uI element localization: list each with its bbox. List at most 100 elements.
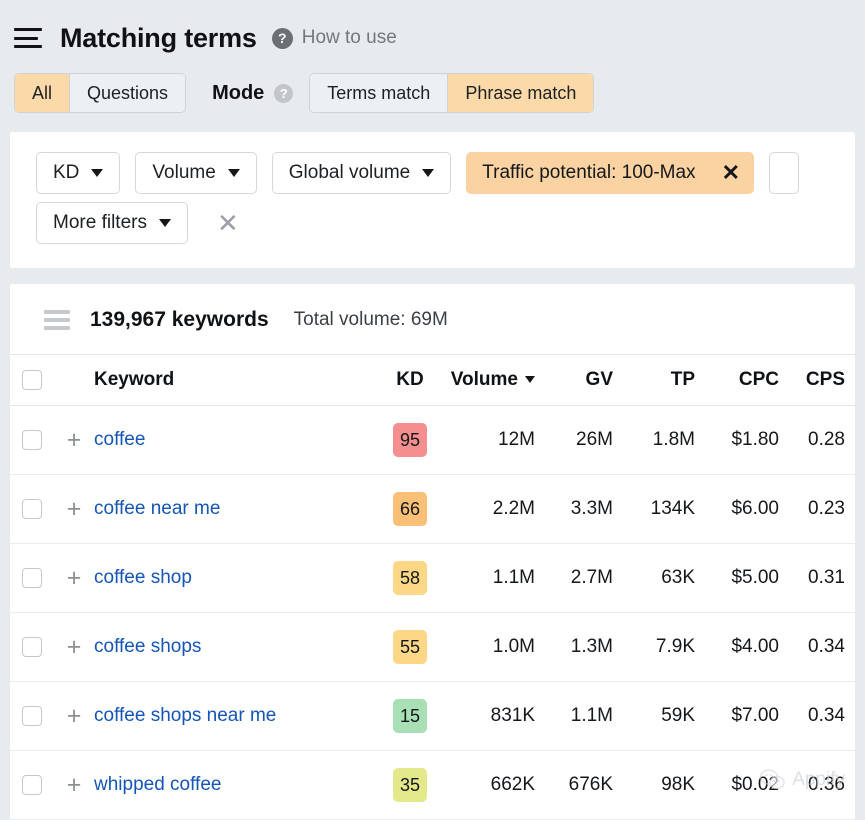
total-volume: Total volume: 69M [293, 309, 448, 330]
filter-kd-button[interactable]: KD [36, 152, 121, 194]
row-checkbox[interactable] [22, 567, 42, 588]
row-keyword-cell: whipped coffee [94, 750, 379, 820]
column-header-tp[interactable]: TP [619, 354, 701, 406]
scope-option-questions[interactable]: Questions [70, 74, 186, 112]
plus-icon[interactable]: + [67, 427, 82, 452]
keyword-link[interactable]: coffee near me [94, 498, 220, 519]
row-cps-cell: 0.36 [785, 750, 855, 820]
kd-badge: 15 [393, 699, 427, 733]
plus-icon[interactable]: + [67, 634, 82, 659]
row-checkbox[interactable] [22, 498, 42, 519]
row-select-cell [10, 543, 54, 613]
table-row[interactable]: + coffee shop 58 1.1M 2.7M 63K $5.00 0.31 [10, 543, 855, 613]
toggle-row: All Questions Mode ? Terms match Phrase … [0, 62, 865, 124]
table-row[interactable]: + coffee shops near me 15 831K 1.1M 59K $7.00 0… [10, 681, 855, 751]
row-gv-cell: 26M [541, 405, 619, 475]
row-select-cell [10, 681, 54, 751]
plus-icon[interactable]: + [67, 772, 82, 797]
question-mark-icon[interactable]: ? [271, 27, 293, 49]
column-header-volume[interactable]: Volume [441, 354, 541, 406]
plus-icon[interactable]: + [67, 565, 82, 590]
results-panel: 139,967 keywords Total volume: 69M Keywo… [10, 284, 855, 820]
row-checkbox[interactable] [22, 705, 42, 726]
row-cpc-cell: $1.80 [701, 405, 785, 475]
column-header-keyword[interactable]: Keyword [94, 354, 379, 406]
keyword-link[interactable]: coffee [94, 429, 145, 450]
row-keyword-cell: coffee [94, 405, 379, 475]
row-tp-cell: 98K [619, 750, 701, 820]
filter-overflow-button[interactable] [769, 152, 799, 194]
row-select-cell [10, 612, 54, 682]
column-header-kd[interactable]: KD [379, 354, 441, 406]
filter-traffic-potential-chip[interactable]: Traffic potential: 100-Max ✕ [466, 152, 754, 194]
table-row[interactable]: + coffee 95 12M 26M 1.8M $1.80 0.28 [10, 405, 855, 475]
row-expand-cell: + [54, 405, 94, 475]
plus-icon[interactable]: + [67, 496, 82, 521]
table-header-row: Keyword KD Volume GV TP CPC CPS [10, 354, 855, 406]
more-filters-label: More filters [53, 212, 147, 233]
scope-option-all[interactable]: All [15, 74, 71, 112]
mode-option-terms-match[interactable]: Terms match [310, 74, 449, 112]
mode-segmented-control: Terms match Phrase match [309, 73, 595, 113]
row-volume-cell: 1.0M [441, 612, 541, 682]
row-volume-cell: 831K [441, 681, 541, 751]
mode-label: Mode [212, 81, 265, 104]
row-keyword-cell: coffee shop [94, 543, 379, 613]
how-to-use-link[interactable]: How to use [302, 27, 397, 49]
filter-volume-button[interactable]: Volume [135, 152, 257, 194]
row-cps-cell: 0.28 [785, 405, 855, 475]
row-cpc-cell: $4.00 [701, 612, 785, 682]
row-kd-cell: 95 [379, 405, 441, 475]
row-gv-cell: 3.3M [541, 474, 619, 544]
page-header: Matching terms ? How to use [0, 0, 865, 62]
keyword-link[interactable]: coffee shops near me [94, 705, 276, 726]
row-cpc-cell: $5.00 [701, 543, 785, 613]
column-header-gv[interactable]: GV [541, 354, 619, 406]
column-header-cpc[interactable]: CPC [701, 354, 785, 406]
row-expand-cell: + [54, 474, 94, 544]
mode-option-phrase-match[interactable]: Phrase match [448, 74, 594, 112]
keyword-link[interactable]: coffee shops [94, 636, 201, 657]
keyword-link[interactable]: whipped coffee [94, 774, 221, 795]
row-checkbox[interactable] [22, 774, 42, 795]
more-filters-button[interactable]: More filters [36, 202, 188, 244]
filter-row-secondary: More filters ✕ [10, 198, 855, 248]
row-volume-cell: 2.2M [441, 474, 541, 544]
keyword-link[interactable]: coffee shop [94, 567, 192, 588]
row-tp-cell: 1.8M [619, 405, 701, 475]
filter-traffic-potential-label: Traffic potential: 100-Max [482, 162, 696, 183]
row-expand-cell: + [54, 750, 94, 820]
filters-panel: KD Volume Global volume Traffic potentia… [10, 132, 855, 268]
filter-global-volume-button[interactable]: Global volume [271, 152, 452, 194]
filter-global-volume-label: Global volume [288, 162, 411, 183]
list-icon[interactable] [44, 310, 70, 330]
clear-filters-icon[interactable]: ✕ [217, 210, 239, 236]
row-tp-cell: 134K [619, 474, 701, 544]
table-row[interactable]: + coffee shops 55 1.0M 1.3M 7.9K $4.00 0.34 [10, 612, 855, 682]
kd-badge: 55 [393, 630, 427, 664]
scope-segmented-control: All Questions [14, 73, 187, 113]
row-kd-cell: 58 [379, 543, 441, 613]
row-checkbox[interactable] [22, 429, 42, 450]
kd-badge: 58 [393, 561, 427, 595]
expand-header [54, 354, 94, 406]
row-kd-cell: 15 [379, 681, 441, 751]
mode-question-mark-icon[interactable]: ? [274, 83, 294, 103]
select-all-checkbox[interactable] [22, 369, 42, 390]
row-cpc-cell: $7.00 [701, 681, 785, 751]
close-icon[interactable]: ✕ [712, 152, 754, 194]
row-keyword-cell: coffee shops [94, 612, 379, 682]
hamburger-icon[interactable] [14, 26, 44, 50]
column-header-volume-label: Volume [450, 369, 518, 390]
column-header-cps[interactable]: CPS [785, 354, 855, 406]
kd-badge: 66 [393, 492, 427, 526]
row-tp-cell: 7.9K [619, 612, 701, 682]
plus-icon[interactable]: + [67, 703, 82, 728]
row-cps-cell: 0.34 [785, 681, 855, 751]
row-cps-cell: 0.31 [785, 543, 855, 613]
table-row[interactable]: + coffee near me 66 2.2M 3.3M 134K $6.00 0.23 [10, 474, 855, 544]
table-row[interactable]: + whipped coffee 35 662K 676K 98K $0.02 0.36 [10, 750, 855, 820]
row-checkbox[interactable] [22, 636, 42, 657]
row-gv-cell: 2.7M [541, 543, 619, 613]
row-volume-cell: 1.1M [441, 543, 541, 613]
